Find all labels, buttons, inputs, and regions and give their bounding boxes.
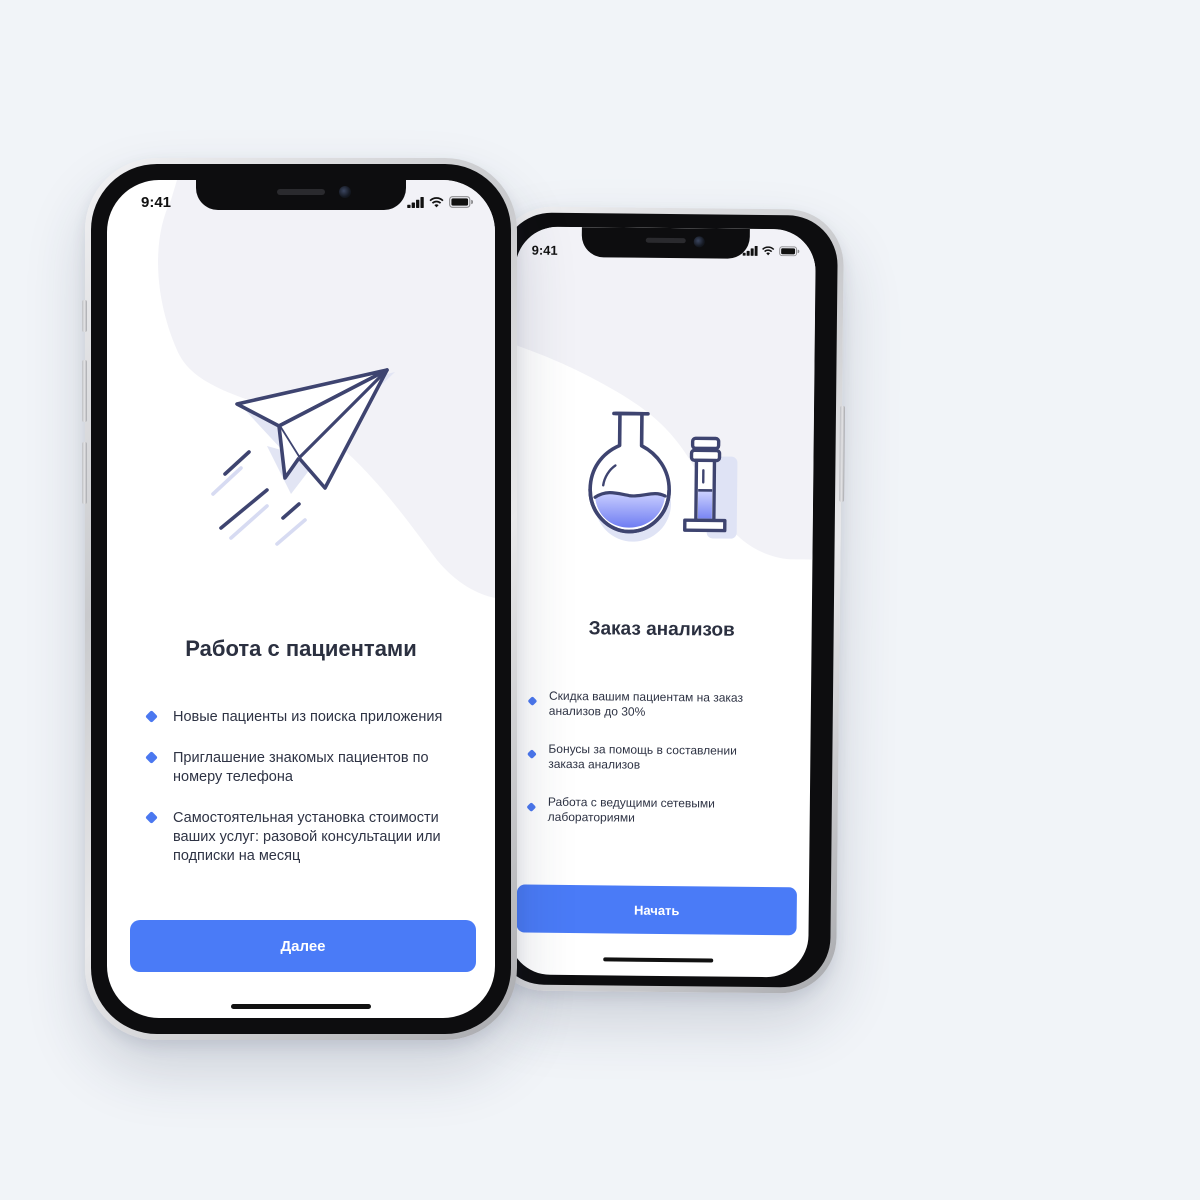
signal-icon: [407, 196, 424, 208]
bullet-diamond-icon: [145, 751, 158, 764]
power-button: [839, 405, 846, 502]
list-item: Самостоятельная установка стоимости ваши…: [145, 809, 465, 866]
list-item-text: Новые пациенты из поиска приложения: [173, 709, 443, 725]
status-time: 9:41: [141, 194, 172, 211]
list-item: Работа с ведущими сетевыми лабораториями: [526, 795, 766, 828]
start-button[interactable]: Начать: [516, 884, 797, 936]
bullet-diamond-icon: [526, 749, 537, 760]
list-item-text: Скидка вашим пациентам на заказ анализов…: [548, 688, 744, 719]
home-indicator[interactable]: [603, 957, 714, 963]
speaker-grille: [277, 189, 325, 195]
bullet-diamond-icon: [145, 710, 158, 723]
bullet-diamond-icon: [527, 696, 538, 707]
paper-plane-icon: [211, 368, 395, 546]
list-item: Приглашение знакомых пациентов по номеру…: [145, 749, 465, 787]
notch: [581, 227, 750, 259]
list-item-text: Самостоятельная установка стоимости ваши…: [173, 810, 441, 864]
speaker-grille: [645, 237, 686, 244]
phone-mockup-right: 9:41 Заказ анализов Скидка вашим пациент…: [487, 206, 846, 994]
wifi-icon: [429, 196, 444, 207]
battery-icon: [449, 196, 473, 208]
status-icons: [742, 245, 800, 257]
next-button[interactable]: Далее: [130, 920, 476, 972]
screen-title: Заказ анализов: [588, 618, 735, 641]
wifi-icon: [762, 246, 775, 256]
list-item: Бонусы за помощь в составлении заказа ан…: [526, 742, 766, 775]
status-icons: [407, 196, 473, 208]
list-item-text: Бонусы за помощь в составлении заказа ан…: [548, 741, 737, 772]
battery-icon: [779, 246, 800, 257]
home-indicator[interactable]: [231, 1004, 371, 1009]
front-camera: [339, 186, 351, 198]
benefits-list: Новые пациенты из поиска приложения Приг…: [145, 708, 465, 888]
mute-switch: [82, 300, 87, 332]
list-item-text: Работа с ведущими сетевыми лабораториями: [547, 794, 715, 825]
volume-down-button: [82, 442, 87, 504]
list-item: Скидка вашим пациентам на заказ анализов…: [527, 689, 767, 722]
bullet-diamond-icon: [526, 802, 537, 813]
volume-up-button: [82, 360, 87, 422]
onboarding-screen-patients: 9:41 Работа с пациентами Новые пациенты …: [107, 180, 495, 1018]
list-item: Новые пациенты из поиска приложения: [145, 708, 465, 727]
list-item-text: Приглашение знакомых пациентов по номеру…: [173, 750, 429, 785]
notch: [196, 180, 406, 210]
screen-title: Работа с пациентами: [185, 636, 417, 661]
lab-flask-icon: [588, 411, 738, 542]
benefits-list: Скидка вашим пациентам на заказ анализов…: [525, 689, 767, 851]
phone-mockup-left: 9:41 Работа с пациентами Новые пациенты …: [82, 158, 517, 1040]
onboarding-screen-lab-orders: 9:41 Заказ анализов Скидка вашим пациент…: [508, 226, 816, 978]
signal-icon: [742, 245, 758, 256]
bullet-diamond-icon: [145, 811, 158, 824]
front-camera: [693, 236, 705, 248]
status-time: 9:41: [531, 242, 558, 258]
